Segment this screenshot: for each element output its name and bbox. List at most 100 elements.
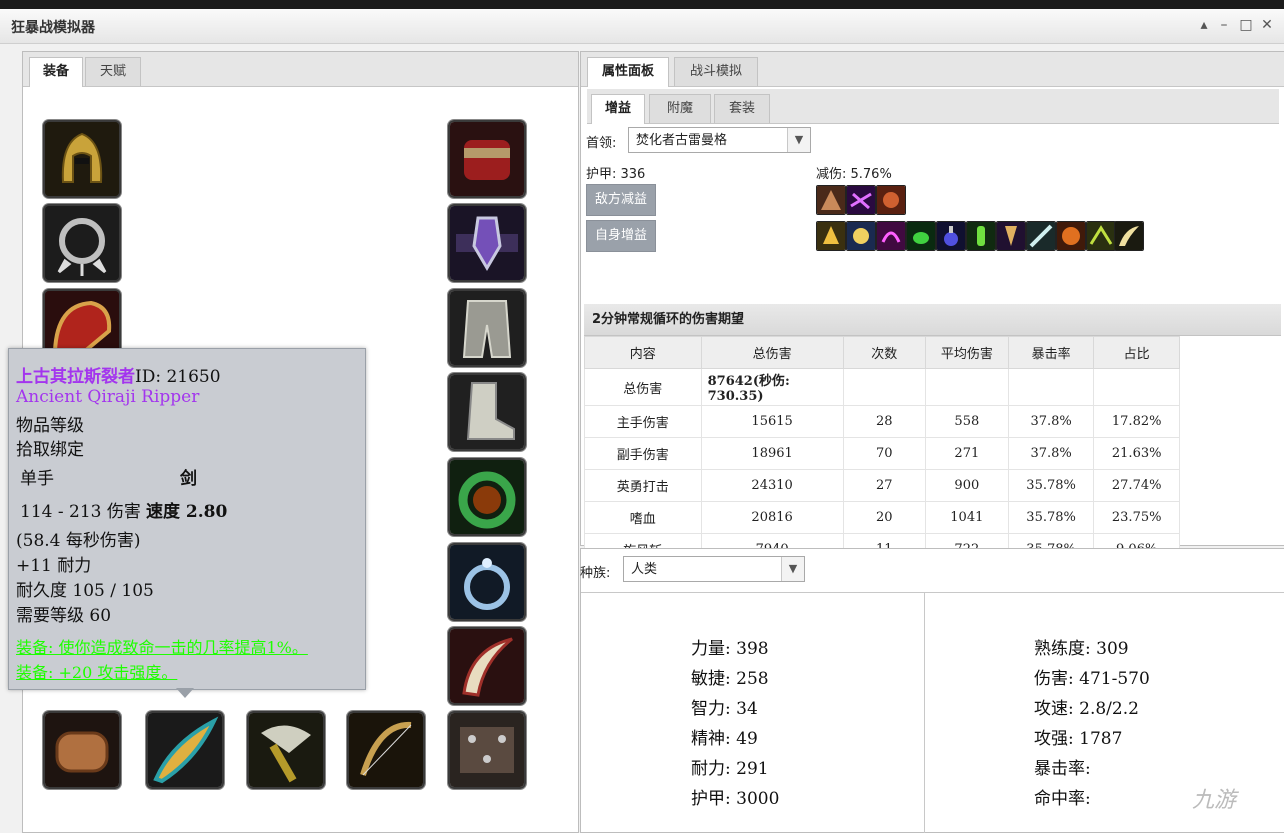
stat-stamina: 耐力: 291 <box>691 759 769 779</box>
slot-main-hand[interactable] <box>146 711 224 789</box>
buff-kings-icon[interactable] <box>846 221 876 251</box>
tooltip-stamina: +11 耐力 <box>16 556 92 576</box>
tooltip-durability: 耐久度 105 / 105 <box>16 581 154 601</box>
boss-armor: 护甲: 336 <box>586 167 646 182</box>
bracer-icon <box>45 713 119 787</box>
buff-spirit-icon[interactable] <box>1026 221 1056 251</box>
col-share: 占比 <box>1093 336 1180 369</box>
table-cell: 24310 <box>700 469 844 502</box>
tab-enchants[interactable]: 附魔 <box>649 94 711 123</box>
slot-waist[interactable] <box>448 204 526 282</box>
slot-head[interactable] <box>43 120 121 198</box>
table-row: 英勇打击 24310 27 900 35.78% 27.74% <box>584 469 1180 502</box>
table-row: 副手伤害 18961 70 271 37.8% 21.63% <box>584 437 1180 470</box>
table-cell: 1041 <box>924 501 1009 534</box>
buff-might-icon[interactable] <box>816 221 846 251</box>
helmet-icon <box>45 122 119 196</box>
tab-buffs[interactable]: 增益 <box>591 94 645 124</box>
table-row: 嗜血 20816 20 1041 35.78% 23.75% <box>584 501 1180 534</box>
slot-neck[interactable] <box>43 204 121 282</box>
tooltip-pointer <box>176 688 194 698</box>
maximize-icon[interactable]: □ <box>1236 15 1256 35</box>
slot-ranged[interactable] <box>347 711 425 789</box>
tooltip-effect-ap: 装备: +20 攻击强度。 <box>16 663 178 682</box>
slot-ring-1[interactable] <box>448 458 526 536</box>
buff-potion-icon[interactable] <box>936 221 966 251</box>
buff-flask-icon[interactable] <box>906 221 936 251</box>
debuff-sunder-icon[interactable] <box>816 185 846 215</box>
stat-crit-rate: 暴击率: <box>1034 759 1091 779</box>
sword-icon <box>148 713 222 787</box>
table-cell: 37.8% <box>1007 405 1095 438</box>
self-buff-button[interactable]: 自身增益 <box>586 220 656 252</box>
slot-wrist[interactable] <box>43 711 121 789</box>
row-total-value: 87642(秒伤: 730.35) <box>700 368 844 406</box>
table-cell: 271 <box>924 437 1009 470</box>
jade-ring-icon <box>450 460 524 534</box>
slot-ring-2[interactable] <box>448 543 526 621</box>
fang-icon <box>450 629 524 703</box>
tooltip-bind: 拾取绑定 <box>16 440 84 460</box>
buff-warchief-icon[interactable] <box>1056 221 1086 251</box>
tab-combat-sim[interactable]: 战斗模拟 <box>674 57 758 86</box>
race-select-value: 人类 <box>631 562 658 577</box>
tab-talents[interactable]: 天赋 <box>85 57 141 86</box>
race-label: 种族: <box>580 566 611 581</box>
table-row: 主手伤害 15615 28 558 37.8% 17.82% <box>584 405 1180 438</box>
stat-damage: 伤害: 471-570 <box>1034 669 1150 689</box>
slot-off-hand[interactable] <box>247 711 325 789</box>
belt-icon <box>450 206 524 280</box>
studded-armor-icon <box>450 713 524 787</box>
silver-ring-icon <box>450 545 524 619</box>
debuff-curse-icon[interactable] <box>846 185 876 215</box>
table-cell-empty <box>1093 368 1180 406</box>
slot-back[interactable] <box>448 711 526 789</box>
tab-equipment[interactable]: 装备 <box>29 57 83 87</box>
buff-rallying-cry-icon[interactable] <box>996 221 1026 251</box>
title-bar: 狂暴战模拟器 ▴ – □ ✕ <box>0 9 1284 44</box>
table-cell: 20816 <box>700 501 844 534</box>
slot-feet[interactable] <box>448 373 526 451</box>
slot-legs[interactable] <box>448 289 526 367</box>
stat-strength: 力量: 398 <box>691 639 769 659</box>
damage-reduction: 减伤: 5.76% <box>816 167 892 182</box>
stat-expertise: 熟练度: 309 <box>1034 639 1129 659</box>
tab-sets[interactable]: 套装 <box>714 94 770 123</box>
enemy-debuff-button[interactable]: 敌方减益 <box>586 184 656 216</box>
table-cell: 27 <box>842 469 926 502</box>
table-cell-empty <box>842 368 926 406</box>
buff-mark-icon[interactable] <box>876 221 906 251</box>
buff-songflower-icon[interactable] <box>1114 221 1144 251</box>
tooltip-damage: 114 - 213 伤害 <box>20 502 141 522</box>
race-select[interactable]: 人类 ▼ <box>623 556 805 582</box>
col-content: 内容 <box>584 336 702 369</box>
tooltip-type: 剑 <box>180 469 197 489</box>
table-cell: 23.75% <box>1093 501 1180 534</box>
table-cell: 15615 <box>700 405 844 438</box>
minimize-icon[interactable]: – <box>1214 15 1234 35</box>
close-icon[interactable]: ✕ <box>1257 15 1277 35</box>
slot-hands[interactable] <box>448 120 526 198</box>
tooltip-item-name: 上古其拉斯裂者 <box>16 367 135 387</box>
app-title: 狂暴战模拟器 <box>11 20 95 36</box>
boss-select[interactable]: 焚化者古雷曼格 ▼ <box>628 127 811 153</box>
stat-agility: 敏捷: 258 <box>691 669 769 689</box>
slot-trinket[interactable] <box>448 627 526 705</box>
table-cell: 70 <box>842 437 926 470</box>
collapse-icon[interactable]: ▴ <box>1194 15 1214 35</box>
debuff-armor-break-icon[interactable] <box>876 185 906 215</box>
table-cell: 558 <box>924 405 1009 438</box>
tooltip-slot: 单手 <box>20 469 54 489</box>
tab-attribute-panel[interactable]: 属性面板 <box>587 57 669 87</box>
tooltip-item-level: 物品等级 <box>16 416 84 436</box>
stat-hit-rate: 命中率: <box>1034 789 1091 809</box>
table-cell: 主手伤害 <box>584 405 702 438</box>
stat-spirit: 精神: 49 <box>691 729 758 749</box>
boots-icon <box>450 375 524 449</box>
gauntlet-icon <box>450 122 524 196</box>
boss-label: 首领: <box>586 136 617 151</box>
buff-elixir-icon[interactable] <box>966 221 996 251</box>
buff-zandalar-icon[interactable] <box>1086 221 1116 251</box>
chevron-down-icon: ▼ <box>787 128 810 152</box>
table-cell: 21.63% <box>1093 437 1180 470</box>
